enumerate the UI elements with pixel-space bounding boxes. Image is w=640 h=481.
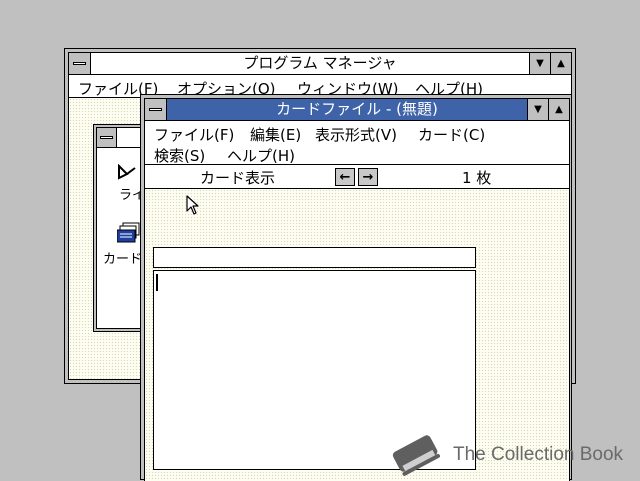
- view-mode-label: カード表示: [200, 169, 276, 187]
- menu-card[interactable]: カード(C): [418, 124, 485, 145]
- system-menu-icon[interactable]: [97, 128, 117, 147]
- text-caret: [156, 274, 158, 291]
- maximize-icon[interactable]: ▲: [548, 99, 569, 120]
- watermark-text: The Collection Book: [453, 444, 624, 465]
- system-menu-icon[interactable]: [69, 53, 91, 74]
- minimize-icon[interactable]: ▼: [529, 53, 550, 74]
- maximize-icon[interactable]: ▲: [550, 53, 571, 74]
- book-icon: [392, 435, 440, 476]
- card-index-line[interactable]: [153, 247, 476, 268]
- cardfile-statusbar: カード表示 ← → 1 枚: [145, 165, 569, 189]
- system-menu-icon[interactable]: [145, 99, 167, 120]
- menu-help[interactable]: ヘルプ(H): [227, 145, 295, 166]
- minimize-icon[interactable]: ▼: [527, 99, 548, 120]
- menu-file[interactable]: ファイル(F): [154, 124, 234, 145]
- program-manager-title: プログラム マネージャ: [243, 54, 397, 72]
- cardfile-menubar: ファイル(F) 編集(E) 表示形式(V) カード(C) 検索(S) ヘルプ(H…: [145, 121, 569, 165]
- card-count: 1 枚: [462, 169, 492, 187]
- program-manager-titlebar[interactable]: プログラム マネージャ ▼ ▲: [69, 53, 571, 75]
- cardfile-icon: [117, 222, 140, 243]
- cardfile-title: カードファイル - (無題): [276, 100, 438, 118]
- cardfile-program-label: カード: [103, 252, 143, 267]
- cardfile-inner: カードファイル - (無題) ▼ ▲ ファイル(F) 編集(E) 表示形式(V)…: [144, 98, 570, 481]
- cardfile-client: [145, 189, 569, 481]
- accessory-icon: [118, 164, 136, 180]
- cardfile-window[interactable]: カードファイル - (無題) ▼ ▲ ファイル(F) 編集(E) 表示形式(V)…: [140, 94, 572, 481]
- arrow-cursor-icon: [186, 195, 199, 215]
- menu-view[interactable]: 表示形式(V): [315, 124, 397, 145]
- right-arrow-icon[interactable]: →: [358, 168, 378, 186]
- menu-search[interactable]: 検索(S): [154, 145, 205, 166]
- menu-edit[interactable]: 編集(E): [250, 124, 301, 145]
- left-arrow-icon[interactable]: ←: [335, 168, 355, 186]
- cardfile-titlebar[interactable]: カードファイル - (無題) ▼ ▲: [145, 99, 569, 121]
